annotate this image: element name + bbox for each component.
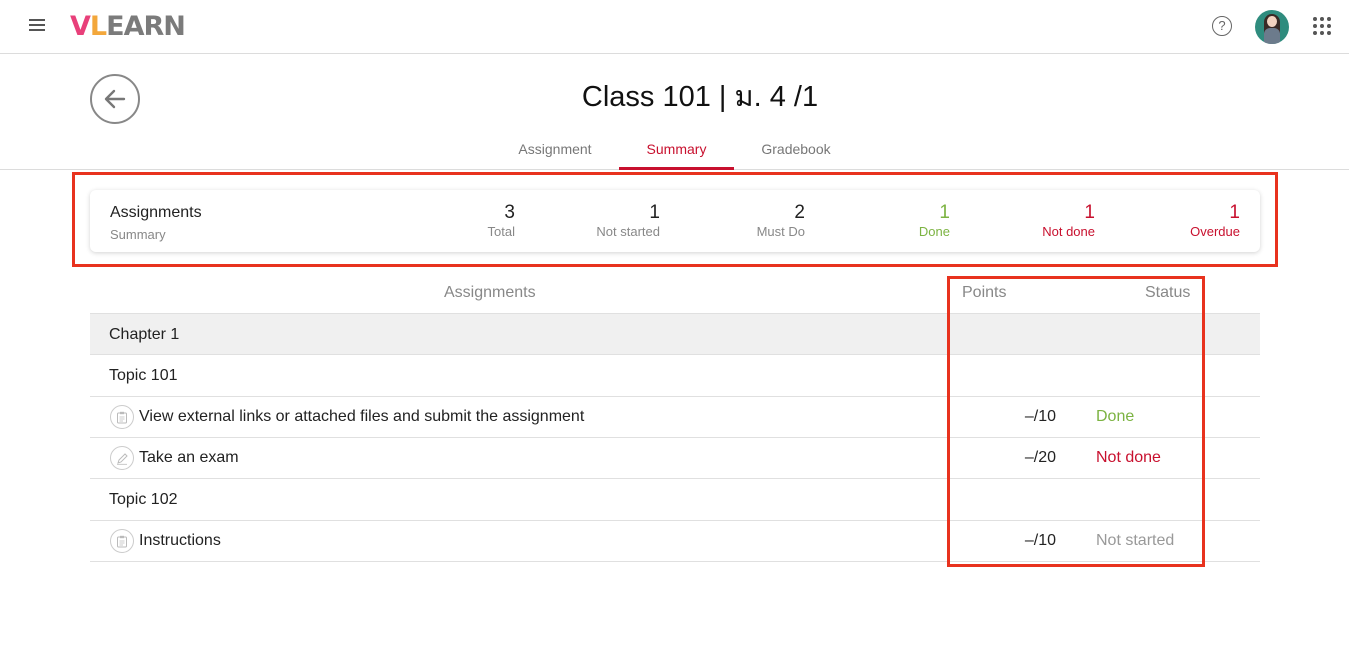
stat-label: Total bbox=[487, 224, 515, 239]
stat-value: 1 bbox=[1229, 202, 1240, 223]
points-status-highlight-box bbox=[947, 276, 1205, 567]
page-title: Class 101 | ม. 4 /1 bbox=[581, 81, 819, 113]
top-bar: VLEARN ? bbox=[0, 0, 1349, 54]
tab-gradebook[interactable]: Gradebook bbox=[752, 128, 840, 170]
stat-must-do: 2 Must Do bbox=[757, 202, 805, 240]
assignment-title[interactable]: View external links or attached files an… bbox=[139, 396, 584, 438]
stat-value: 1 bbox=[1084, 202, 1095, 223]
tab-summary[interactable]: Summary bbox=[619, 128, 734, 170]
stat-overdue: 1 Overdue bbox=[1190, 202, 1240, 240]
hamburger-menu-icon[interactable] bbox=[29, 19, 45, 33]
stat-not-done: 1 Not done bbox=[1042, 202, 1095, 240]
help-icon[interactable]: ? bbox=[1212, 16, 1232, 36]
clipboard-icon[interactable] bbox=[110, 529, 134, 553]
vlearn-logo[interactable]: VLEARN bbox=[70, 10, 186, 44]
stat-value: 1 bbox=[939, 202, 950, 223]
summary-title: Assignments bbox=[110, 204, 202, 221]
summary-subtitle: Summary bbox=[110, 227, 166, 242]
stat-label: Overdue bbox=[1190, 224, 1240, 239]
stat-value: 1 bbox=[649, 202, 660, 223]
clipboard-icon[interactable] bbox=[110, 405, 134, 429]
tab-bar: Assignment Summary Gradebook bbox=[0, 128, 1349, 170]
assignment-title[interactable]: Take an exam bbox=[139, 437, 239, 479]
stat-label: Must Do bbox=[756, 224, 805, 239]
stat-value: 3 bbox=[504, 202, 515, 223]
stat-label: Not started bbox=[596, 224, 660, 239]
stat-label: Not done bbox=[1042, 224, 1095, 239]
column-header-assignments: Assignments bbox=[444, 284, 536, 301]
tab-assignment[interactable]: Assignment bbox=[510, 128, 600, 170]
stat-done: 1 Done bbox=[919, 202, 950, 240]
stat-label: Done bbox=[918, 224, 950, 239]
apps-grid-icon[interactable] bbox=[1313, 17, 1331, 35]
stat-total: 3 Total bbox=[488, 202, 515, 240]
stat-not-started: 1 Not started bbox=[596, 202, 660, 240]
assignments-summary-card: Assignments Summary 3 Total 1 Not starte… bbox=[90, 190, 1260, 252]
pencil-icon[interactable] bbox=[110, 446, 134, 470]
avatar[interactable] bbox=[1255, 10, 1289, 44]
topic-title: Topic 101 bbox=[109, 367, 178, 384]
chapter-title: Chapter 1 bbox=[109, 326, 180, 343]
stat-value: 2 bbox=[794, 202, 805, 223]
assignment-title[interactable]: Instructions bbox=[139, 520, 221, 562]
topic-title: Topic 102 bbox=[109, 491, 178, 508]
